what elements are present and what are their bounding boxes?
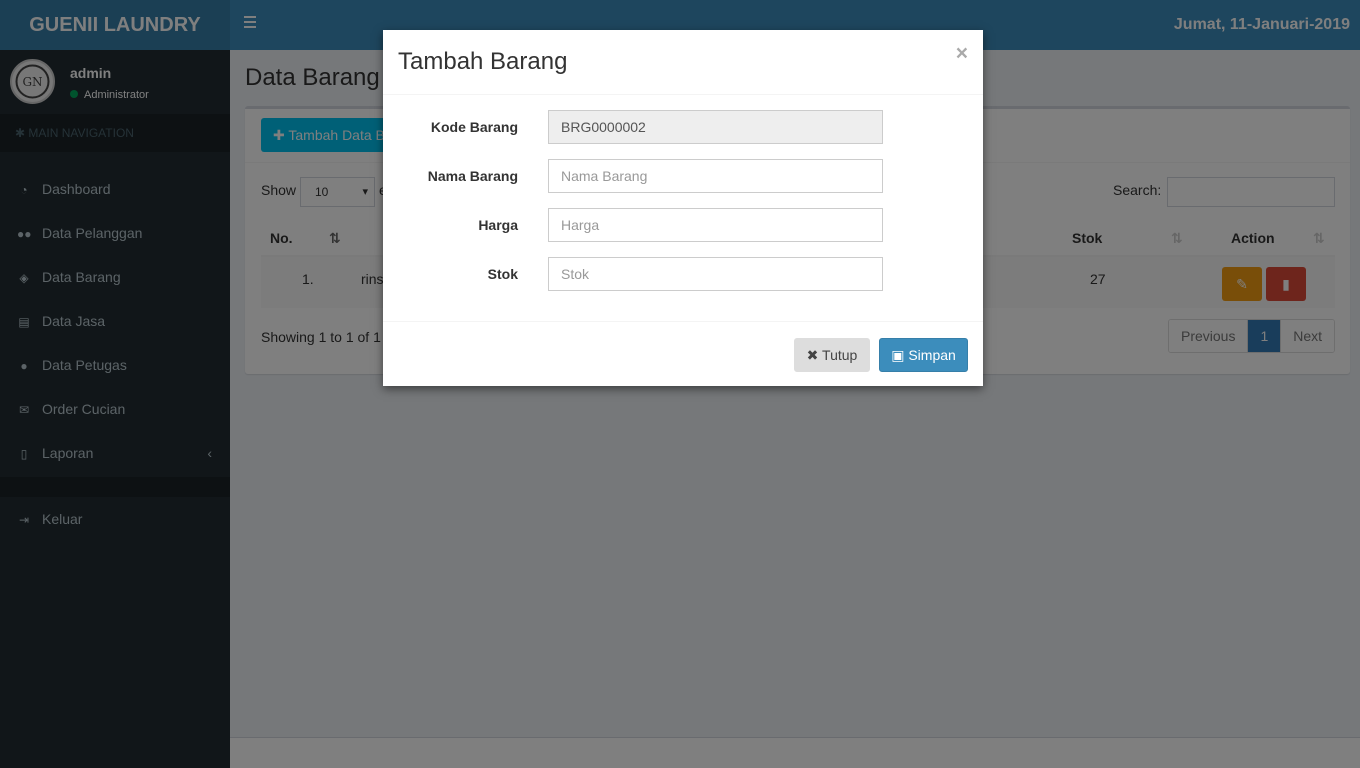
harga-label: Harga xyxy=(478,217,518,233)
kode-barang-label: Kode Barang xyxy=(430,119,518,135)
close-button[interactable]: ✖ Tutup xyxy=(794,338,870,372)
stok-label: Stok xyxy=(487,266,518,282)
nama-barang-input[interactable] xyxy=(548,159,883,193)
add-item-modal: Tambah Barang × Kode Barang Nama Barang … xyxy=(383,30,983,386)
form-row-kode: Kode Barang xyxy=(383,110,983,144)
form-row-stok: Stok xyxy=(383,257,983,291)
modal-footer: ✖ Tutup ▣ Simpan xyxy=(383,321,983,386)
form-row-harga: Harga xyxy=(383,208,983,242)
nama-barang-label: Nama Barang xyxy=(427,168,518,184)
save-button[interactable]: ▣ Simpan xyxy=(879,338,968,372)
stok-input[interactable] xyxy=(548,257,883,291)
times-icon: ✖ xyxy=(806,347,823,363)
modal-header: Tambah Barang × xyxy=(383,30,983,95)
harga-input[interactable] xyxy=(548,208,883,242)
close-icon[interactable]: × xyxy=(956,42,968,66)
kode-barang-input[interactable] xyxy=(548,110,883,144)
save-icon: ▣ xyxy=(891,347,909,363)
form-row-nama: Nama Barang xyxy=(383,159,983,193)
modal-title: Tambah Barang xyxy=(398,48,568,75)
